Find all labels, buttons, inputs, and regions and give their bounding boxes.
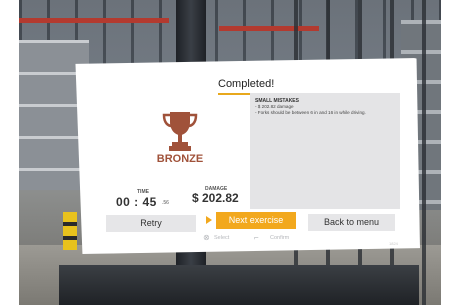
play-icon [206,216,212,224]
select-hint: Select [214,235,230,241]
dialog-title: Completed! [218,78,275,90]
mistake-item: - $ 202.82 damage [255,104,294,109]
red-beam [19,18,169,23]
retry-button[interactable]: Retry [106,215,196,232]
trophy-icon [162,112,198,151]
controller-button-icon: ⊗ [203,233,210,242]
medal-label: BRONZE [156,153,204,165]
next-exercise-button[interactable]: Next exercise [216,212,296,229]
forklift-forks [59,265,419,305]
safety-post [63,212,77,250]
version-label: 1824 [389,241,398,246]
time-value: 00 : 45 [116,195,157,209]
damage-value: $ 202.82 [192,191,239,205]
confirm-hint: Confirm [270,235,290,241]
trigger-icon: ⌐ [254,233,259,242]
time-fraction: .56 [162,200,169,206]
back-to-menu-button[interactable]: Back to menu [308,214,395,231]
mistake-item: - Forks should be between 6 in and 16 in… [255,110,366,115]
